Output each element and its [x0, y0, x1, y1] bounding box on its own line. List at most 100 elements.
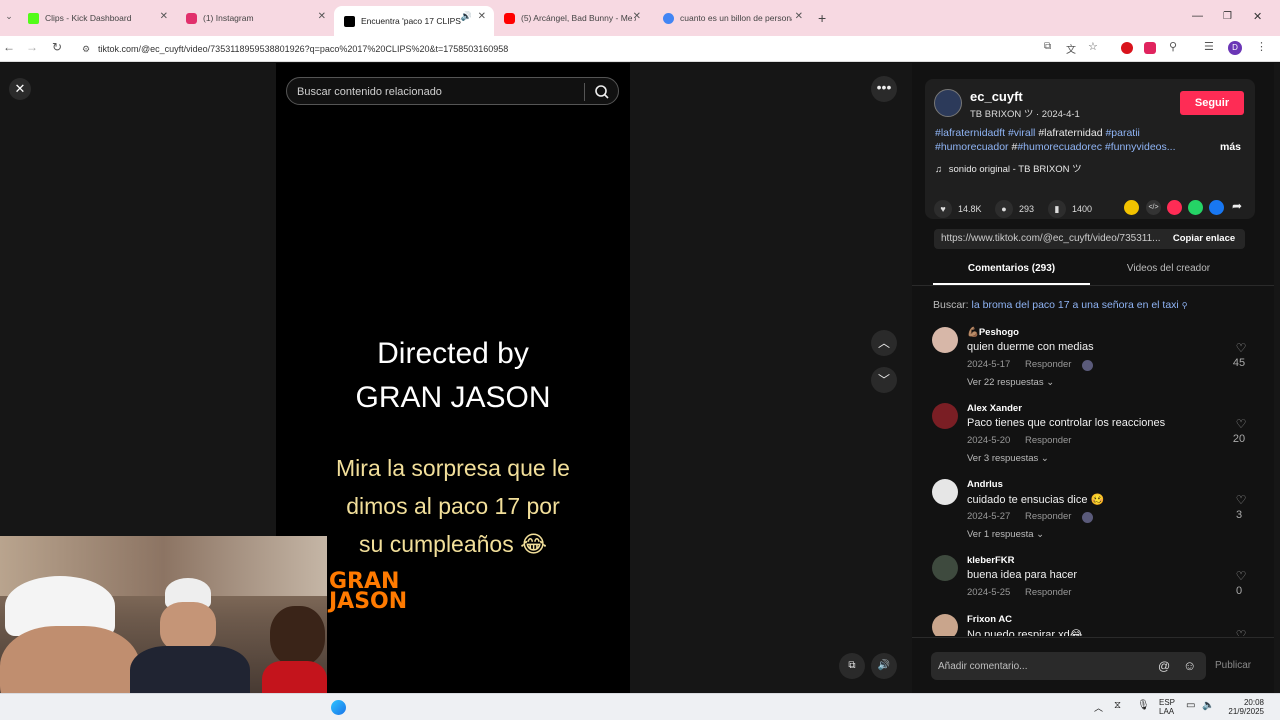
emoji-icon[interactable]: ☺	[1183, 658, 1196, 673]
more-description-link[interactable]: más	[1220, 141, 1241, 153]
floating-player-icon[interactable]: ⧉	[839, 653, 865, 679]
tab-google[interactable]: cuanto es un billon de persona ✕	[653, 6, 811, 30]
hashtag-link[interactable]: #virall	[1008, 127, 1035, 139]
tab-youtube[interactable]: (5) Arcángel, Bad Bunny - Me A ✕	[494, 6, 649, 30]
comment-like-count: 20	[1232, 433, 1246, 445]
close-tab-icon[interactable]: ✕	[795, 11, 803, 22]
share-arrow-icon[interactable]: ➦	[1232, 199, 1242, 213]
tab-title: Clips - Kick Dashboard	[45, 13, 132, 23]
view-replies-button[interactable]: Ver 3 respuestas ⌄	[967, 453, 1049, 464]
tab-creator-videos[interactable]: Videos del creador	[1090, 263, 1247, 274]
commenter-avatar[interactable]	[932, 327, 958, 353]
tiktok-icon	[344, 15, 355, 27]
hashtag-link[interactable]: #humorecuador	[935, 141, 1009, 153]
wifi-icon[interactable]: ▭	[1186, 700, 1195, 711]
close-window-icon[interactable]: ✕	[1253, 10, 1262, 23]
coin-gift-icon[interactable]	[1124, 200, 1139, 215]
install-icon[interactable]: ⧉	[1044, 41, 1051, 52]
whatsapp-icon[interactable]	[1188, 200, 1203, 215]
hashtag-link[interactable]: #lafraternidadft	[935, 127, 1005, 139]
reply-button[interactable]: Responder	[1025, 359, 1071, 370]
comment-like-icon[interactable]: ♡	[1234, 569, 1248, 583]
comment-stat[interactable]: ● 293	[995, 200, 1034, 218]
view-replies-button[interactable]: Ver 22 respuestas ⌄	[967, 377, 1054, 388]
reload-icon[interactable]: ↻	[48, 40, 66, 54]
tab-kick[interactable]: Clips - Kick Dashboard ✕	[18, 6, 176, 30]
close-tab-icon[interactable]: ✕	[160, 11, 168, 22]
hashtag-link[interactable]: #funnyvideos...	[1105, 141, 1176, 153]
edge-browser-icon[interactable]	[331, 700, 346, 715]
microphone-icon[interactable]: 🎙	[1137, 700, 1150, 711]
comment-like-icon[interactable]: ♡	[1234, 417, 1248, 431]
hashtag-link[interactable]: #paratii	[1105, 127, 1139, 139]
profile-avatar[interactable]: D	[1228, 41, 1242, 55]
volume-icon[interactable]: 🔊	[871, 653, 897, 679]
tab-instagram[interactable]: (1) Instagram ✕	[176, 6, 334, 30]
commenter-avatar[interactable]	[932, 614, 958, 636]
view-replies-button[interactable]: Ver 1 respuesta ⌄	[967, 529, 1044, 540]
tab-comments[interactable]: Comentarios (293)	[933, 263, 1090, 274]
close-tab-icon[interactable]: ✕	[478, 11, 486, 22]
commenter-name[interactable]: 💪🏽Peshogo	[967, 327, 1019, 338]
commenter-name[interactable]: Alex Xander	[967, 403, 1022, 414]
follow-button[interactable]: Seguir	[1180, 91, 1244, 115]
bookmark-star-icon[interactable]: ☆	[1088, 40, 1098, 53]
speaker-icon[interactable]: 🔊	[461, 11, 472, 22]
minimize-icon[interactable]: —	[1192, 10, 1203, 22]
related-search-input[interactable]	[297, 83, 577, 101]
close-tab-icon[interactable]: ✕	[633, 11, 641, 22]
clock[interactable]: 20:08 21/9/2025	[1226, 698, 1264, 716]
facebook-icon[interactable]	[1209, 200, 1224, 215]
tray-expand-icon[interactable]: ︿	[1094, 701, 1103, 714]
embed-code-icon[interactable]: </>	[1146, 200, 1161, 215]
commenter-name[interactable]: Frixon AC	[967, 614, 1012, 625]
copy-link-button[interactable]: Copiar enlace	[1163, 229, 1245, 249]
translate-icon[interactable]: 文	[1066, 41, 1076, 56]
previous-video-icon[interactable]: ︿	[871, 330, 897, 356]
commenter-avatar[interactable]	[932, 555, 958, 581]
comment-like-icon[interactable]: ♡	[1234, 493, 1248, 507]
more-options-icon[interactable]: •••	[871, 76, 897, 102]
sound-line[interactable]: ♫ sonido original - TB BRIXON ツ	[935, 161, 1082, 175]
hashtag-link[interactable]: #humorecuadorec	[1017, 141, 1102, 153]
reply-button[interactable]: Responder	[1025, 511, 1071, 522]
send-to-friends-icon[interactable]	[1167, 200, 1182, 215]
like-stat[interactable]: ♥ 14.8K	[934, 200, 982, 218]
forward-icon[interactable]: →	[23, 40, 41, 54]
site-info-icon[interactable]: ⚙	[82, 39, 90, 59]
close-video-button[interactable]: ✕	[9, 78, 31, 100]
language-indicator[interactable]: ESP LAA	[1159, 698, 1175, 716]
save-stat[interactable]: ▮ 1400	[1048, 200, 1092, 218]
search-suggestion-link[interactable]: la broma del paco 17 a una señora en el …	[972, 299, 1179, 311]
speaker-tray-icon[interactable]: 🔈	[1202, 700, 1214, 711]
commenter-avatar[interactable]	[932, 479, 958, 505]
music-note-icon: ♫	[935, 164, 943, 175]
next-video-icon[interactable]: ﹀	[871, 367, 897, 393]
creator-avatar[interactable]	[934, 89, 962, 117]
tab-tiktok[interactable]: Encuentra 'paco 17 CLIPS' e 🔊 ✕	[334, 6, 494, 36]
creator-username[interactable]: ec_cuyft	[970, 89, 1023, 104]
media-control-icon[interactable]: ☰	[1204, 40, 1214, 53]
back-icon[interactable]: ←	[0, 40, 18, 54]
comment-like-icon[interactable]: ♡	[1234, 341, 1248, 355]
related-search-bar	[286, 77, 619, 105]
commenter-name[interactable]: Andrlus	[967, 479, 1003, 490]
maximize-icon[interactable]: ❐	[1223, 11, 1232, 22]
mention-icon[interactable]: @	[1158, 659, 1170, 673]
commenter-name[interactable]: kleberFKR	[967, 555, 1015, 566]
menu-dots-icon[interactable]: ⋮	[1256, 40, 1267, 53]
extensions-puzzle-icon[interactable]: ⚲	[1169, 40, 1177, 53]
comment-like-icon[interactable]: ♡	[1234, 628, 1248, 636]
video-link-field[interactable]: https://www.tiktok.com/@ec_cuyft/video/7…	[934, 229, 1163, 249]
search-icon[interactable]	[592, 82, 612, 102]
network-icon[interactable]: ⧖	[1114, 700, 1121, 711]
extension-opera-icon[interactable]	[1121, 42, 1133, 54]
publish-button[interactable]: Publicar	[1215, 660, 1251, 671]
commenter-avatar[interactable]	[932, 403, 958, 429]
tab-search-icon[interactable]: ⌄	[0, 11, 18, 22]
reply-button[interactable]: Responder	[1025, 587, 1071, 598]
reply-button[interactable]: Responder	[1025, 435, 1071, 446]
new-tab-button[interactable]: +	[818, 10, 826, 26]
close-tab-icon[interactable]: ✕	[318, 11, 326, 22]
extension-red-icon[interactable]	[1144, 42, 1156, 54]
